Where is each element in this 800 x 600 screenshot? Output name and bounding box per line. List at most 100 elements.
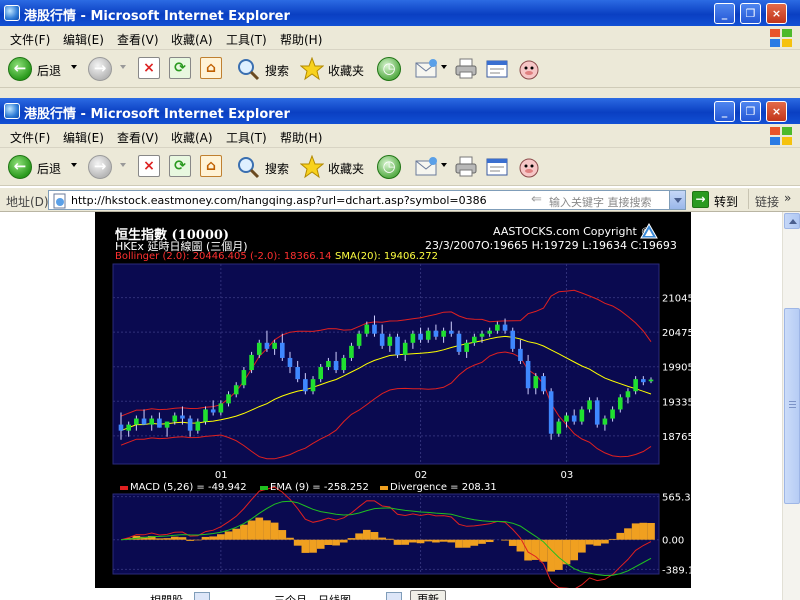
divergence-bar <box>578 539 586 553</box>
favorites-star-icon[interactable] <box>299 56 325 81</box>
back-arrow-icon[interactable]: ← <box>8 57 32 81</box>
home-icon[interactable]: ⌂ <box>200 57 222 79</box>
candle-body <box>326 360 331 368</box>
menu-file[interactable]: 文件(F) <box>10 31 50 48</box>
divergence-bar <box>631 523 640 540</box>
candle-body <box>349 345 354 358</box>
address-input[interactable]: http://hkstock.eastmoney.com/hangqing.as… <box>48 190 686 210</box>
candle-body <box>287 357 293 368</box>
minimize-button[interactable]: _ <box>714 101 735 122</box>
menu-favorites[interactable]: 收藏(A) <box>171 129 213 146</box>
menu-help[interactable]: 帮助(H) <box>280 129 322 146</box>
menu-tools[interactable]: 工具(T) <box>226 129 267 146</box>
divergence-bar <box>378 537 386 540</box>
toolbar-back-window: ← 后退 → × ⟳ ⌂ 搜索 收藏夹 ◷ <box>0 50 800 88</box>
title-bar-front-window[interactable]: 港股行情 - Microsoft Internet Explorer _ ❐ × <box>0 98 800 124</box>
mail-icon[interactable] <box>414 155 440 179</box>
ema-legend: EMA (9) = -258.252 <box>270 482 369 493</box>
history-icon[interactable]: ◷ <box>377 57 401 81</box>
chevron-down-icon[interactable] <box>441 65 447 69</box>
maximize-button[interactable]: ❐ <box>740 101 761 122</box>
title-bar-back-window[interactable]: 港股行情 - Microsoft Internet Explorer _ ❐ × <box>0 0 800 26</box>
print-icon[interactable] <box>454 57 478 81</box>
divergence-bar <box>386 538 394 540</box>
close-button[interactable]: × <box>766 101 787 122</box>
candle-body <box>310 379 316 392</box>
candle-body <box>126 424 131 431</box>
menu-edit[interactable]: 编辑(E) <box>63 129 104 146</box>
scroll-up-button[interactable] <box>784 213 800 229</box>
go-button[interactable]: 转到 <box>714 193 738 210</box>
candle-body <box>418 333 423 340</box>
search-icon[interactable] <box>236 57 260 81</box>
messenger-icon[interactable] <box>517 57 541 81</box>
chart-ohlc: O:19665 H:19729 L:19634 C:19693 <box>481 239 677 252</box>
menu-view[interactable]: 查看(V) <box>117 129 159 146</box>
back-label[interactable]: 后退 <box>37 160 61 177</box>
back-arrow-icon[interactable]: ← <box>8 155 32 179</box>
stop-icon[interactable]: × <box>138 57 160 79</box>
period-dropdown-button[interactable] <box>386 592 402 600</box>
chevron-down-icon[interactable] <box>441 163 447 167</box>
back-label[interactable]: 后退 <box>37 62 61 79</box>
refresh-chart-button[interactable]: 更新 <box>410 590 446 600</box>
related-stocks-dropdown[interactable] <box>194 592 210 600</box>
minimize-button[interactable]: _ <box>714 3 735 24</box>
home-icon[interactable]: ⌂ <box>200 155 222 177</box>
forward-arrow-icon[interactable]: → <box>88 57 112 81</box>
candle-body <box>134 418 139 425</box>
candle-body <box>533 376 539 389</box>
candle-body <box>164 421 170 428</box>
links-button[interactable]: 链接 <box>755 193 779 210</box>
candle-body <box>249 354 254 371</box>
menu-tools[interactable]: 工具(T) <box>226 31 267 48</box>
menu-view[interactable]: 查看(V) <box>117 31 159 48</box>
menu-favorites[interactable]: 收藏(A) <box>171 31 213 48</box>
refresh-icon[interactable]: ⟳ <box>169 57 191 79</box>
favorites-label[interactable]: 收藏夹 <box>328 62 364 79</box>
related-stocks-label[interactable]: 相關股 <box>150 592 183 600</box>
search-label[interactable]: 搜索 <box>265 62 289 79</box>
maximize-button[interactable]: ❐ <box>740 3 761 24</box>
candle-body <box>541 376 546 392</box>
history-icon[interactable]: ◷ <box>377 155 401 179</box>
chevron-down-icon[interactable] <box>71 65 77 69</box>
go-arrow-icon[interactable]: → <box>692 191 709 208</box>
chart-copyright: AASTOCKS.com Copyright © <box>493 225 652 238</box>
divergence-bar <box>209 536 218 540</box>
chevron-down-icon[interactable] <box>120 163 126 167</box>
ie-icon <box>4 103 20 119</box>
chevron-down-icon[interactable] <box>120 65 126 69</box>
vertical-scrollbar[interactable] <box>782 212 800 600</box>
scroll-thumb[interactable] <box>784 308 800 504</box>
candle-body <box>318 367 324 380</box>
menu-help[interactable]: 帮助(H) <box>280 31 322 48</box>
edit-icon[interactable] <box>485 57 509 81</box>
address-search-hint[interactable]: 输入关键字 直接搜索 <box>549 194 652 210</box>
forward-arrow-icon[interactable]: → <box>88 155 112 179</box>
search-icon[interactable] <box>236 155 260 179</box>
divergence-bar <box>170 536 179 540</box>
period-select[interactable]: 三个月 - 日线图 <box>274 592 351 600</box>
edit-icon[interactable] <box>485 155 509 179</box>
mail-icon[interactable] <box>414 57 440 81</box>
chevron-right-icon[interactable]: » <box>784 191 791 205</box>
sma-legend: SMA(20): 19406.272 <box>335 251 438 262</box>
address-dropdown-button[interactable] <box>669 191 685 209</box>
candle-body <box>141 418 147 425</box>
refresh-icon[interactable]: ⟳ <box>169 155 191 177</box>
print-icon[interactable] <box>454 155 478 179</box>
messenger-icon[interactable] <box>517 155 541 179</box>
divergence-bar <box>286 537 294 540</box>
favorites-star-icon[interactable] <box>299 154 325 179</box>
search-label[interactable]: 搜索 <box>265 160 289 177</box>
favorites-label[interactable]: 收藏夹 <box>328 160 364 177</box>
menu-file[interactable]: 文件(F) <box>10 129 50 146</box>
address-url[interactable]: http://hkstock.eastmoney.com/hangqing.as… <box>71 194 487 207</box>
stop-icon[interactable]: × <box>138 155 160 177</box>
y-tick-label: 21045 <box>662 294 691 305</box>
close-button[interactable]: × <box>766 3 787 24</box>
candle-body <box>295 367 300 380</box>
menu-edit[interactable]: 编辑(E) <box>63 31 104 48</box>
chevron-down-icon[interactable] <box>71 163 77 167</box>
